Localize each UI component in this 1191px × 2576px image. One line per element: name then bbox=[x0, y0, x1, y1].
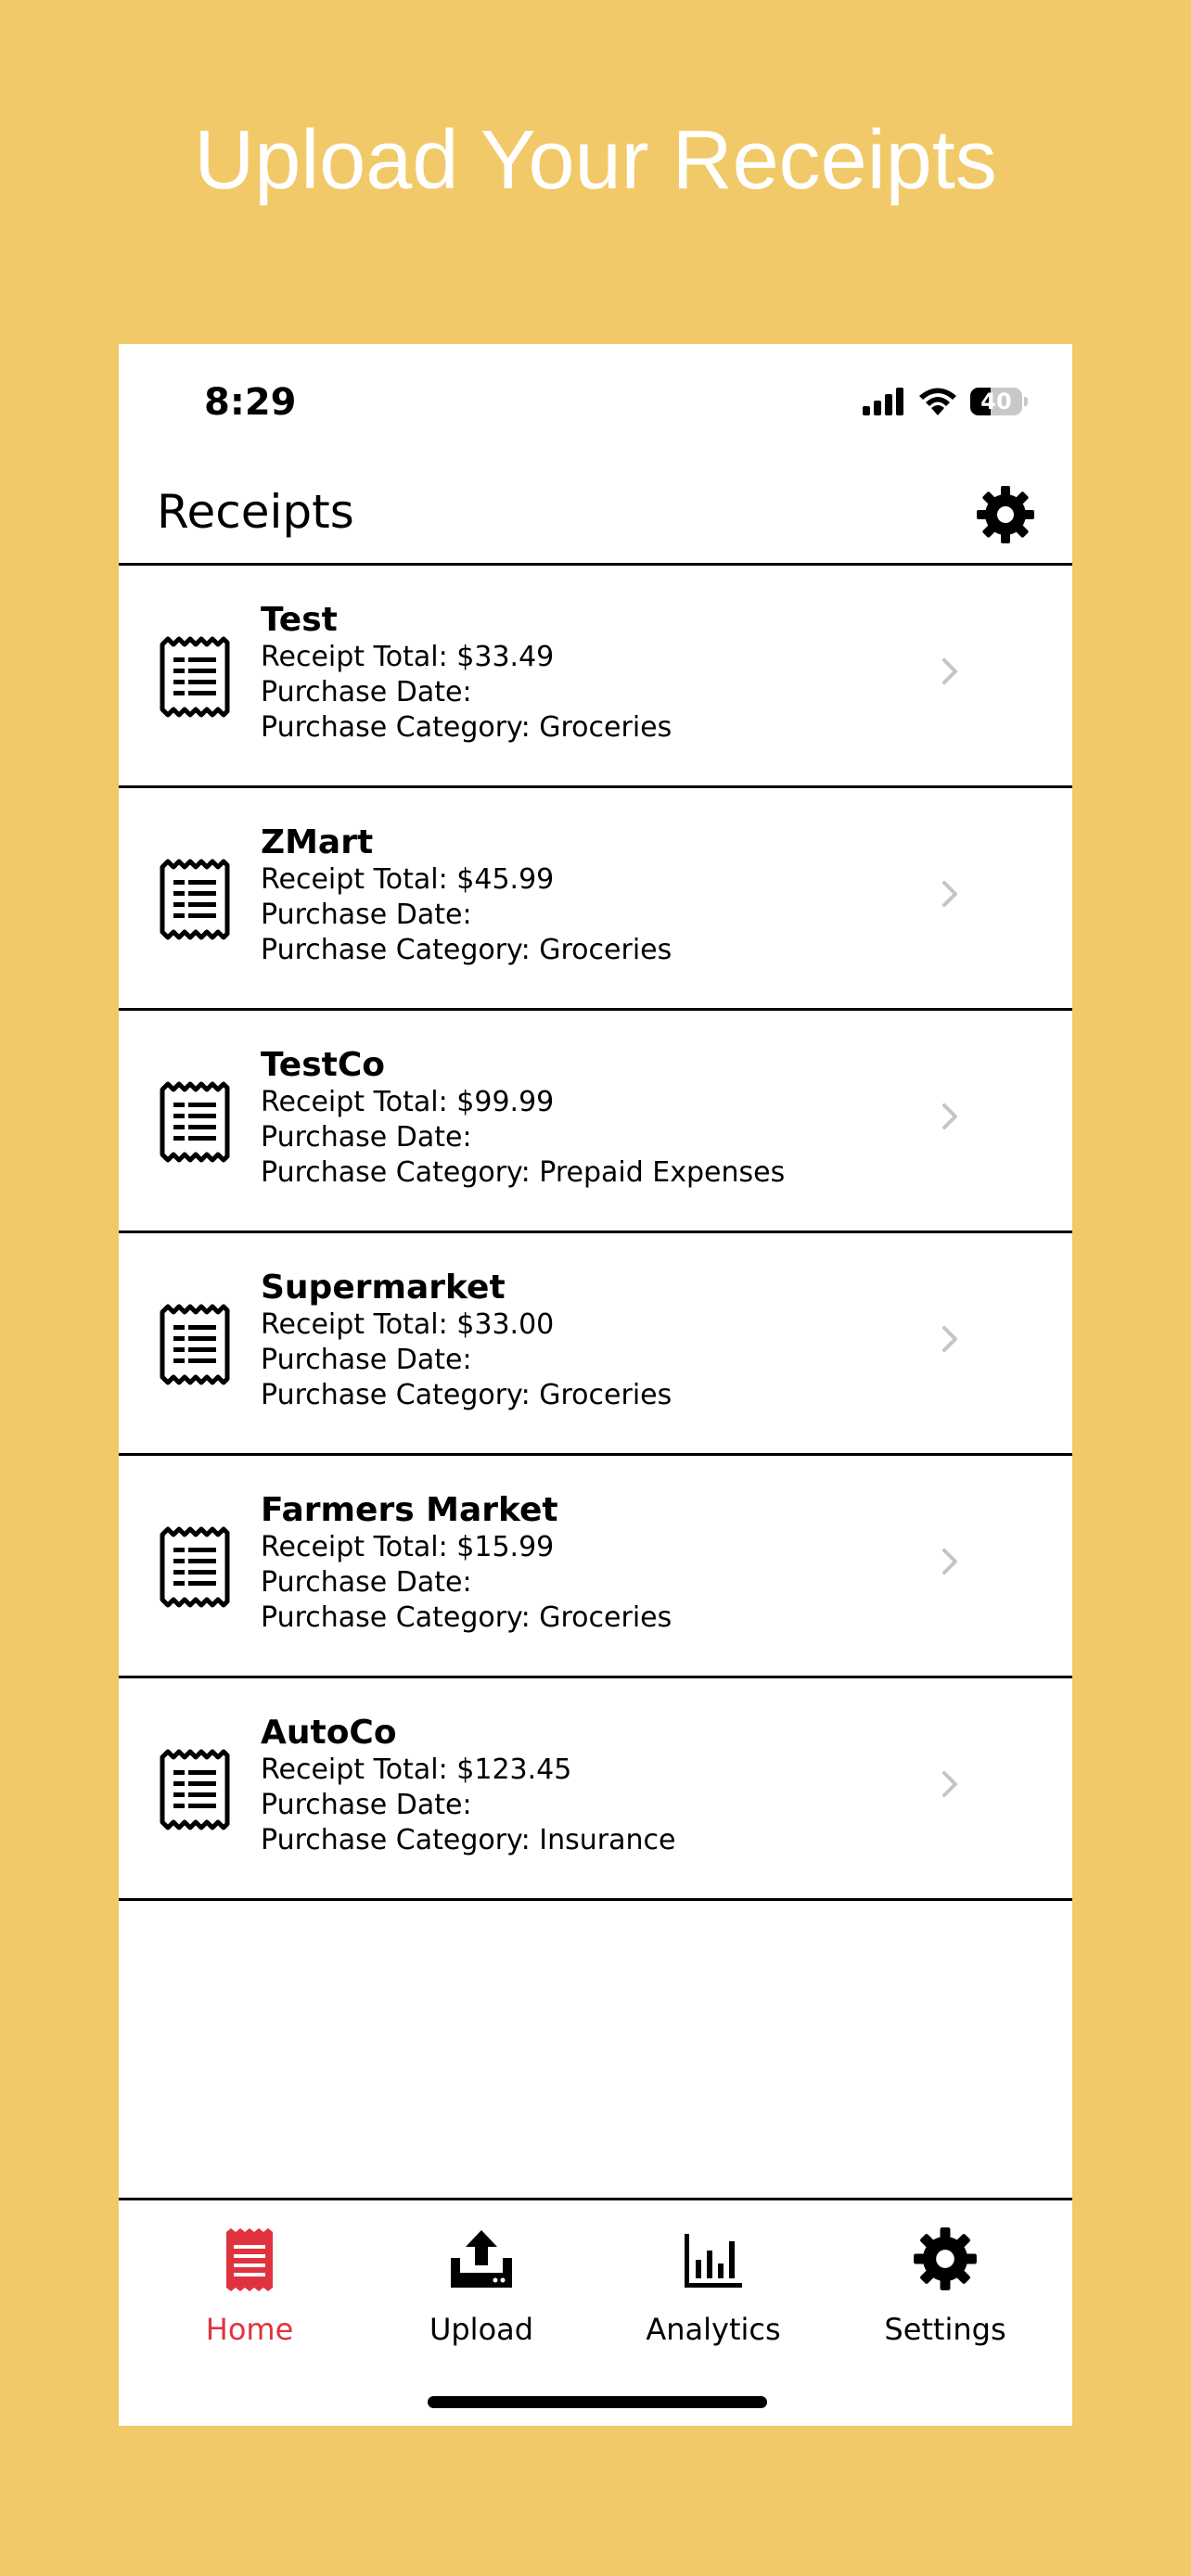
status-time: 8:29 bbox=[204, 381, 297, 424]
receipt-name: TestCo bbox=[261, 1046, 385, 1084]
purchase-date: Purchase Date: bbox=[261, 1566, 472, 1599]
page-title: Receipts bbox=[157, 485, 354, 539]
receipt-total: Receipt Total: $99.99 bbox=[261, 1086, 555, 1118]
tab-analytics-label: Analytics bbox=[646, 2312, 781, 2347]
wifi-icon bbox=[919, 388, 956, 415]
receipt-name: Supermarket bbox=[261, 1269, 506, 1307]
receipt-name: Test bbox=[261, 601, 338, 639]
receipt-details: TestCo Receipt Total: $99.99 Purchase Da… bbox=[261, 1046, 785, 1191]
chevron-right-icon bbox=[942, 1326, 957, 1352]
receipt-details: Supermarket Receipt Total: $33.00 Purcha… bbox=[261, 1269, 672, 1413]
purchase-category: Purchase Category: Groceries bbox=[261, 934, 672, 966]
settings-button[interactable] bbox=[976, 485, 1035, 544]
receipt-total: Receipt Total: $33.49 bbox=[261, 641, 555, 673]
phone-screen: 8:29 40 Receipts Test Receipt Total: $33… bbox=[119, 344, 1072, 2426]
gear-icon bbox=[914, 2227, 977, 2290]
receipt-total: Receipt Total: $15.99 bbox=[261, 1531, 555, 1563]
home-indicator bbox=[428, 2396, 767, 2408]
purchase-category: Purchase Category: Groceries bbox=[261, 711, 672, 744]
status-bar: 8:29 40 bbox=[119, 344, 1072, 465]
chevron-right-icon bbox=[942, 1771, 957, 1797]
receipt-icon bbox=[160, 1749, 230, 1830]
purchase-date: Purchase Date: bbox=[261, 899, 472, 931]
receipt-total: Receipt Total: $33.00 bbox=[261, 1308, 555, 1341]
purchase-category: Purchase Category: Insurance bbox=[261, 1824, 676, 1856]
receipt-icon bbox=[160, 1304, 230, 1385]
purchase-date: Purchase Date: bbox=[261, 676, 472, 708]
chevron-right-icon bbox=[942, 658, 957, 684]
battery-percentage: 40 bbox=[980, 389, 1012, 414]
receipt-details: AutoCo Receipt Total: $123.45 Purchase D… bbox=[261, 1714, 675, 1858]
receipt-total: Receipt Total: $123.45 bbox=[261, 1753, 572, 1786]
receipt-row-5[interactable]: Farmers Market Receipt Total: $15.99 Pur… bbox=[119, 1456, 1072, 1678]
battery-indicator: 40 bbox=[970, 388, 1028, 415]
receipt-icon bbox=[160, 636, 230, 718]
tab-settings[interactable]: Settings bbox=[829, 2200, 1061, 2358]
tab-home-label: Home bbox=[205, 2312, 294, 2347]
chevron-right-icon bbox=[942, 1549, 957, 1575]
battery-icon: 40 bbox=[970, 388, 1022, 415]
battery-cap bbox=[1024, 397, 1028, 406]
promo-title: Upload Your Receipts bbox=[194, 114, 997, 207]
status-icons: 40 bbox=[863, 387, 1028, 416]
receipt-icon bbox=[226, 2228, 273, 2291]
purchase-date: Purchase Date: bbox=[261, 1344, 472, 1376]
chevron-right-icon bbox=[942, 881, 957, 907]
tab-analytics[interactable]: Analytics bbox=[597, 2200, 829, 2358]
receipt-details: Farmers Market Receipt Total: $15.99 Pur… bbox=[261, 1491, 672, 1636]
receipt-details: Test Receipt Total: $33.49 Purchase Date… bbox=[261, 601, 672, 746]
receipt-name: Farmers Market bbox=[261, 1491, 558, 1529]
receipt-name: AutoCo bbox=[261, 1714, 397, 1752]
chevron-right-icon bbox=[942, 1103, 957, 1129]
navigation-bar: Receipts bbox=[119, 465, 1072, 566]
bar-chart-icon bbox=[685, 2234, 742, 2288]
receipt-row-2[interactable]: ZMart Receipt Total: $45.99 Purchase Dat… bbox=[119, 788, 1072, 1011]
tab-upload-label: Upload bbox=[429, 2312, 534, 2347]
tab-bar: Home Upload Analytics Settings bbox=[119, 2198, 1072, 2426]
receipt-name: ZMart bbox=[261, 823, 374, 861]
receipt-icon bbox=[160, 1081, 230, 1163]
receipt-list: Test Receipt Total: $33.49 Purchase Date… bbox=[119, 566, 1072, 1901]
purchase-category: Purchase Category: Groceries bbox=[261, 1601, 672, 1634]
receipt-row-4[interactable]: Supermarket Receipt Total: $33.00 Purcha… bbox=[119, 1233, 1072, 1456]
tab-upload[interactable]: Upload bbox=[365, 2200, 597, 2358]
receipt-row-6[interactable]: AutoCo Receipt Total: $123.45 Purchase D… bbox=[119, 1678, 1072, 1901]
purchase-date: Purchase Date: bbox=[261, 1121, 472, 1154]
receipt-icon bbox=[160, 1526, 230, 1608]
purchase-category: Purchase Category: Groceries bbox=[261, 1379, 672, 1411]
upload-icon bbox=[451, 2230, 512, 2288]
cellular-signal-icon bbox=[863, 388, 903, 415]
tab-settings-label: Settings bbox=[884, 2312, 1006, 2347]
receipt-row-1[interactable]: Test Receipt Total: $33.49 Purchase Date… bbox=[119, 566, 1072, 788]
receipt-row-3[interactable]: TestCo Receipt Total: $99.99 Purchase Da… bbox=[119, 1011, 1072, 1233]
tab-home[interactable]: Home bbox=[134, 2200, 365, 2358]
purchase-category: Purchase Category: Prepaid Expenses bbox=[261, 1156, 786, 1189]
receipt-total: Receipt Total: $45.99 bbox=[261, 863, 555, 896]
receipt-details: ZMart Receipt Total: $45.99 Purchase Dat… bbox=[261, 823, 672, 968]
purchase-date: Purchase Date: bbox=[261, 1789, 472, 1821]
receipt-icon bbox=[160, 859, 230, 940]
gear-icon bbox=[977, 486, 1034, 543]
